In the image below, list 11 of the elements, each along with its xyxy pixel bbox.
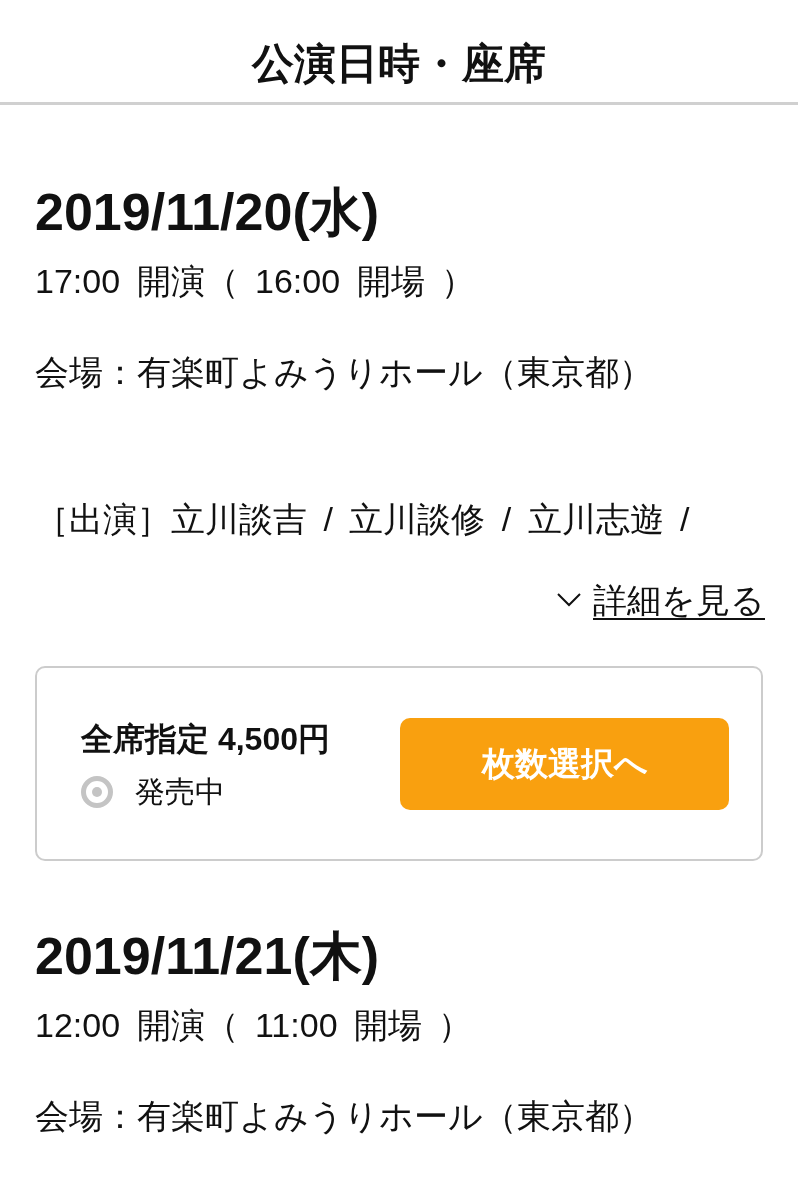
performance-time: 17:00 開演（ 16:00 開場 ） bbox=[35, 261, 475, 301]
cast-list: ［出演］立川談吉 / 立川談修 / 立川志遊 / bbox=[35, 499, 690, 539]
ticket-price: 全席指定 4,500円 bbox=[81, 720, 330, 759]
performance-time: 12:00 開演（ 11:00 開場 ） bbox=[35, 1005, 473, 1045]
venue-text: 会場：有楽町よみうりホール（東京都） bbox=[35, 352, 653, 392]
chevron-down-icon bbox=[557, 593, 581, 607]
page-title: 公演日時・座席 bbox=[252, 40, 546, 88]
double-circle-icon bbox=[81, 776, 113, 808]
details-link[interactable]: 詳細を見る bbox=[557, 580, 765, 620]
venue-text: 会場：有楽町よみうりホール（東京都） bbox=[35, 1096, 653, 1136]
sale-status: 発売中 bbox=[135, 776, 225, 808]
